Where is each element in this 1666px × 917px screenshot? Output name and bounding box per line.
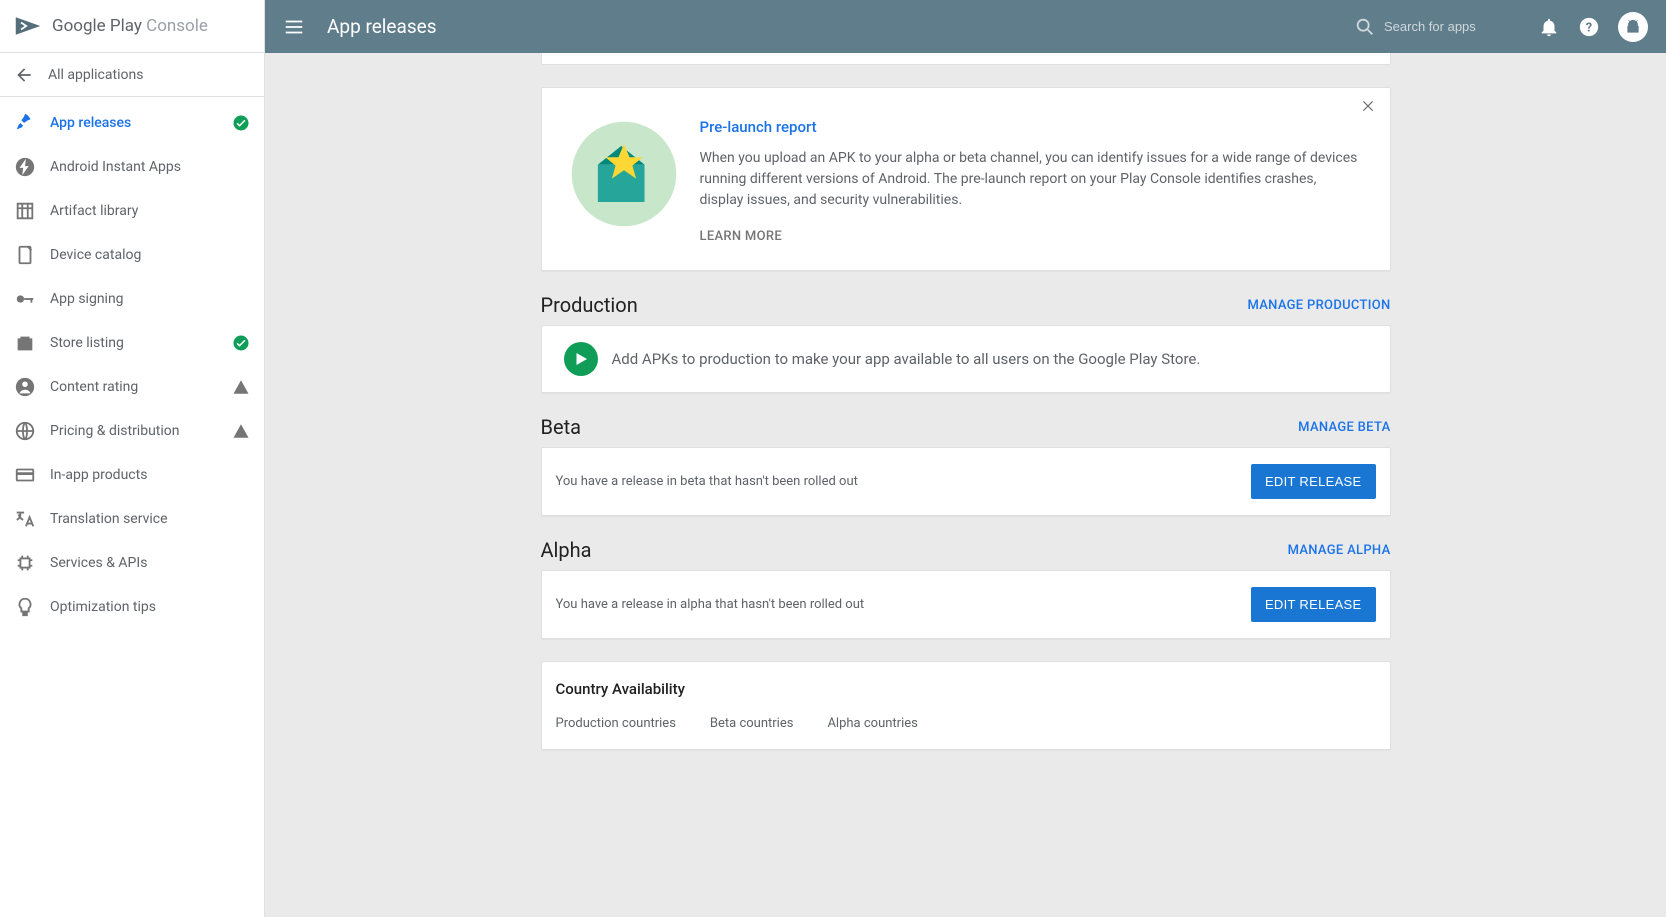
search-icon (1354, 16, 1376, 38)
api-icon (14, 552, 36, 574)
android-icon (1624, 18, 1642, 36)
production-message: Add APKs to production to make your app … (612, 350, 1201, 368)
sidebar-item-label: App signing (50, 291, 250, 307)
sidebar-item-label: App releases (50, 115, 232, 131)
help-icon[interactable]: ? (1578, 16, 1600, 38)
sidebar-item-label: Content rating (50, 379, 232, 395)
sidebar-item-services-apis[interactable]: Services & APIs (0, 541, 264, 585)
main: App releases ? (265, 0, 1666, 917)
content-scroll[interactable]: Pre-launch report When you upload an APK… (265, 53, 1666, 917)
nav: App releases Android Instant Apps Artifa… (0, 97, 264, 917)
library-icon (14, 200, 36, 222)
sidebar-item-app-signing[interactable]: App signing (0, 277, 264, 321)
country-availability-heading: Country Availability (556, 680, 1376, 698)
production-card: Add APKs to production to make your app … (541, 325, 1391, 393)
tab-alpha-countries[interactable]: Alpha countries (827, 716, 917, 731)
country-availability-card: Country Availability Production countrie… (541, 661, 1391, 750)
beta-card: You have a release in beta that hasn't b… (541, 447, 1391, 516)
globe-icon (14, 420, 36, 442)
alpha-header: Alpha MANAGE ALPHA (541, 538, 1391, 562)
bolt-icon (14, 156, 36, 178)
prelaunch-title: Pre-launch report (700, 118, 1364, 136)
learn-more-link[interactable]: LEARN MORE (700, 229, 1364, 244)
warning-icon (232, 378, 250, 396)
sidebar-item-app-releases[interactable]: App releases (0, 101, 264, 145)
translate-icon (14, 508, 36, 530)
close-button[interactable] (1360, 98, 1376, 118)
sidebar-item-instant-apps[interactable]: Android Instant Apps (0, 145, 264, 189)
sidebar-item-store-listing[interactable]: Store listing (0, 321, 264, 365)
beta-header: Beta MANAGE BETA (541, 415, 1391, 439)
check-circle-icon (232, 334, 250, 352)
production-heading: Production (541, 293, 638, 317)
device-icon (14, 244, 36, 266)
logo-text: Google Play Console (52, 16, 208, 36)
warning-icon (232, 422, 250, 440)
sidebar-item-optimization-tips[interactable]: Optimization tips (0, 585, 264, 629)
alpha-heading: Alpha (541, 538, 592, 562)
production-header: Production MANAGE PRODUCTION (541, 293, 1391, 317)
logo[interactable]: Google Play Console (0, 0, 264, 53)
sidebar-item-label: Android Instant Apps (50, 159, 250, 175)
previous-card-edge (541, 53, 1391, 65)
shop-icon (14, 332, 36, 354)
page-title: App releases (327, 15, 1354, 38)
sidebar: Google Play Console All applications App… (0, 0, 265, 917)
beta-heading: Beta (541, 415, 582, 439)
sidebar-item-label: Translation service (50, 511, 250, 527)
sidebar-item-label: Optimization tips (50, 599, 250, 615)
tab-production-countries[interactable]: Production countries (556, 716, 676, 731)
manage-production-link[interactable]: MANAGE PRODUCTION (1247, 298, 1390, 313)
sidebar-item-pricing-distribution[interactable]: Pricing & distribution (0, 409, 264, 453)
back-label: All applications (48, 67, 143, 83)
edit-beta-release-button[interactable]: EDIT RELEASE (1251, 464, 1376, 499)
prelaunch-illustration-icon (568, 118, 680, 230)
play-badge (564, 342, 598, 376)
sidebar-item-label: Store listing (50, 335, 232, 351)
alpha-card: You have a release in alpha that hasn't … (541, 570, 1391, 639)
arrow-back-icon (14, 65, 34, 85)
back-all-applications[interactable]: All applications (0, 53, 264, 97)
search[interactable] (1354, 16, 1504, 38)
account-avatar[interactable] (1618, 12, 1648, 42)
sidebar-item-label: In-app products (50, 467, 250, 483)
sidebar-item-device-catalog[interactable]: Device catalog (0, 233, 264, 277)
play-icon (572, 350, 590, 368)
prelaunch-card: Pre-launch report When you upload an APK… (541, 87, 1391, 271)
menu-icon[interactable] (283, 16, 305, 38)
play-console-logo-icon (14, 15, 42, 37)
sidebar-item-label: Services & APIs (50, 555, 250, 571)
sidebar-item-translation-service[interactable]: Translation service (0, 497, 264, 541)
beta-message: You have a release in beta that hasn't b… (556, 474, 858, 489)
prelaunch-body: When you upload an APK to your alpha or … (700, 148, 1364, 211)
sidebar-item-artifact-library[interactable]: Artifact library (0, 189, 264, 233)
sidebar-item-in-app-products[interactable]: In-app products (0, 453, 264, 497)
country-tabs: Production countries Beta countries Alph… (556, 716, 1376, 731)
notifications-icon[interactable] (1538, 16, 1560, 38)
topbar: App releases ? (265, 0, 1666, 53)
manage-beta-link[interactable]: MANAGE BETA (1298, 420, 1390, 435)
manage-alpha-link[interactable]: MANAGE ALPHA (1288, 543, 1391, 558)
check-circle-icon (232, 114, 250, 132)
sidebar-item-label: Artifact library (50, 203, 250, 219)
key-icon (14, 288, 36, 310)
sidebar-item-content-rating[interactable]: Content rating (0, 365, 264, 409)
sidebar-item-label: Device catalog (50, 247, 250, 263)
rocket-icon (14, 112, 36, 134)
svg-text:?: ? (1586, 20, 1592, 35)
close-icon (1360, 98, 1376, 114)
person-circle-icon (14, 376, 36, 398)
sidebar-item-label: Pricing & distribution (50, 423, 232, 439)
search-input[interactable] (1384, 19, 1504, 34)
lightbulb-icon (14, 596, 36, 618)
credit-card-icon (14, 464, 36, 486)
alpha-message: You have a release in alpha that hasn't … (556, 597, 865, 612)
edit-alpha-release-button[interactable]: EDIT RELEASE (1251, 587, 1376, 622)
tab-beta-countries[interactable]: Beta countries (710, 716, 794, 731)
